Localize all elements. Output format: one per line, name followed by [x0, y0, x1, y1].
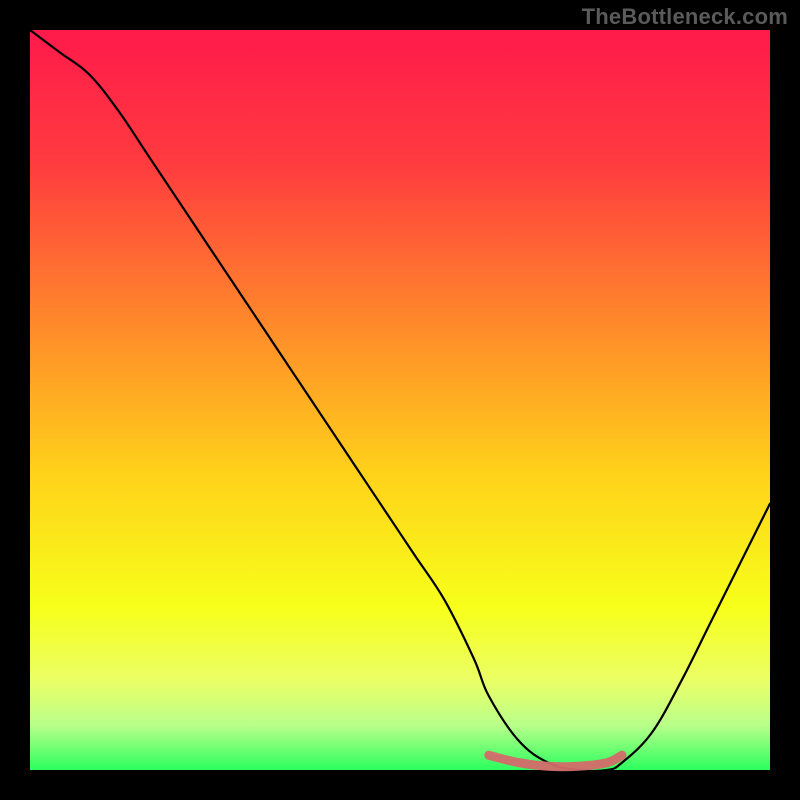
bottleneck-chart: [0, 0, 800, 800]
chart-container: TheBottleneck.com: [0, 0, 800, 800]
attribution-label: TheBottleneck.com: [582, 4, 788, 30]
gradient-background: [30, 30, 770, 770]
